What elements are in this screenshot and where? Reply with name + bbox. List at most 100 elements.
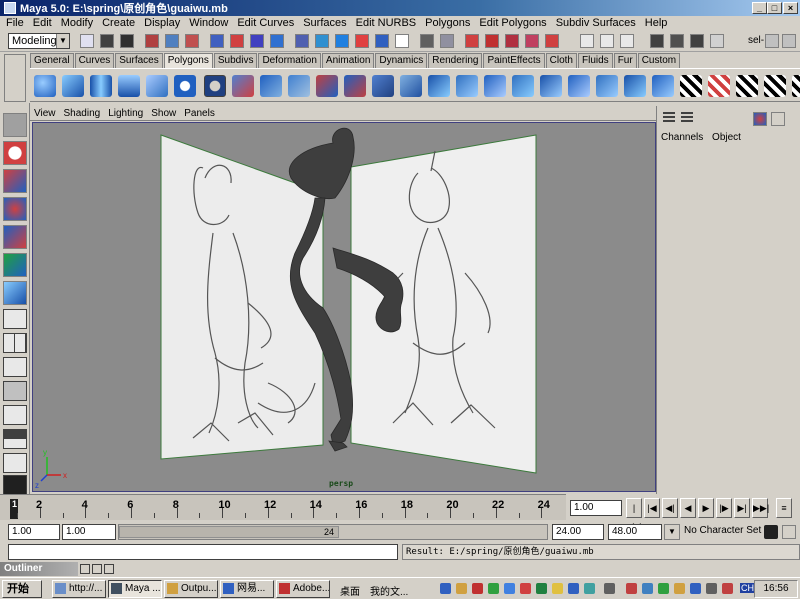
move-tool-icon[interactable] <box>3 169 27 193</box>
tray-icon-10[interactable] <box>584 583 595 594</box>
auto-key-icon[interactable] <box>782 525 796 539</box>
shelf-tab-dynamics[interactable]: Dynamics <box>375 53 428 68</box>
menu-help[interactable]: Help <box>645 17 668 29</box>
task-adobe[interactable]: Adobe... <box>276 580 330 598</box>
ipr-render-icon[interactable] <box>690 34 704 48</box>
rotate-tool-icon[interactable] <box>3 197 27 221</box>
shelf-tab-animation[interactable]: Animation <box>321 53 375 68</box>
snap-point-icon[interactable] <box>250 34 264 48</box>
render-icon[interactable] <box>335 34 349 48</box>
tray-icon-9[interactable] <box>568 583 579 594</box>
open-scene-icon[interactable] <box>100 34 114 48</box>
tray-icon-2[interactable] <box>456 583 467 594</box>
attribute-editor-toggle-icon[interactable] <box>782 34 796 48</box>
input-icon[interactable] <box>580 34 594 48</box>
restore-icon[interactable] <box>80 563 90 574</box>
extrude-edge-icon[interactable] <box>484 75 506 97</box>
snap-view-icon[interactable] <box>270 34 284 48</box>
channels-menu[interactable]: Channels <box>661 132 703 143</box>
current-frame-field[interactable]: 1.00 <box>570 500 622 516</box>
select-tool-icon[interactable] <box>3 113 27 137</box>
spherical-mapping-icon[interactable] <box>736 75 758 97</box>
minimize-button[interactable]: _ <box>752 2 767 14</box>
poly-cone-icon[interactable] <box>118 75 140 97</box>
tray-icon-12[interactable] <box>626 583 637 594</box>
step-back-key-button[interactable]: |◀ <box>644 498 660 518</box>
playback-start-field[interactable]: 1.00 <box>62 524 116 540</box>
menu-modify[interactable]: Modify <box>61 17 93 29</box>
new-scene-icon[interactable] <box>80 34 94 48</box>
selection-lock-icon[interactable] <box>440 34 454 48</box>
make-live-icon[interactable] <box>545 34 559 48</box>
task-maya[interactable]: Maya ... <box>108 580 162 598</box>
ipr-icon[interactable] <box>355 34 369 48</box>
key-icon[interactable] <box>764 525 778 539</box>
tray-icon-1[interactable] <box>440 583 451 594</box>
poly-torus-icon[interactable] <box>174 75 196 97</box>
animation-prefs-button[interactable]: ≡ <box>776 498 792 518</box>
shelf-tab-general[interactable]: General <box>30 53 74 68</box>
persp-trax-layout-icon[interactable] <box>3 429 27 449</box>
tool-settings-icon[interactable] <box>771 112 785 126</box>
chevron-down-icon[interactable]: ▼ <box>664 524 680 540</box>
extract-icon[interactable] <box>288 75 310 97</box>
render-settings-icon[interactable] <box>710 34 724 48</box>
tray-icon-5[interactable] <box>504 583 515 594</box>
scale-tool-icon[interactable] <box>3 225 27 249</box>
perspective-viewport[interactable]: y x z persp <box>32 122 656 492</box>
tray-icon-16[interactable] <box>690 583 701 594</box>
poly-cylinder-icon[interactable] <box>90 75 112 97</box>
snap-surface-icon[interactable] <box>525 34 539 48</box>
play-forwards-button[interactable]: ▶ <box>698 498 714 518</box>
range-slider[interactable]: 24 <box>118 524 548 540</box>
play-backwards-button[interactable]: ◀ <box>680 498 696 518</box>
menu-edit-curves[interactable]: Edit Curves <box>237 17 294 29</box>
menu-edit-polygons[interactable]: Edit Polygons <box>479 17 546 29</box>
magnet-icon[interactable] <box>505 34 519 48</box>
lasso-tool-icon[interactable] <box>3 141 27 165</box>
start-time-field[interactable]: 1.00 <box>8 524 60 540</box>
playback-end-field[interactable]: 24.00 <box>552 524 604 540</box>
tray-icon-8[interactable] <box>552 583 563 594</box>
curve-tool-icon[interactable] <box>485 34 499 48</box>
ime-indicator[interactable]: CH <box>740 583 755 593</box>
desktop-toolbar-label[interactable]: 桌面 <box>340 583 360 598</box>
time-slider[interactable]: 1 2 4 6 8 10 12 14 16 18 20 22 24 <box>0 494 566 520</box>
merge-vertices-icon[interactable] <box>624 75 646 97</box>
go-to-end-button[interactable]: ▶▶| <box>752 498 769 518</box>
tray-icon-13[interactable] <box>642 583 653 594</box>
tray-icon-17[interactable] <box>706 583 717 594</box>
layer-editor-layout-icon[interactable] <box>681 112 693 124</box>
go-to-start-button[interactable]: |◀◀ <box>626 498 642 531</box>
channel-box-toggle-icon[interactable] <box>765 34 779 48</box>
tray-icon-6[interactable] <box>520 583 531 594</box>
last-tool-icon[interactable] <box>3 281 27 305</box>
hypershade-layout-icon[interactable] <box>3 405 27 425</box>
menu-display[interactable]: Display <box>144 17 180 29</box>
automatic-mapping-icon[interactable] <box>764 75 786 97</box>
menu-edit[interactable]: Edit <box>33 17 52 29</box>
panel-menu-panels[interactable]: Panels <box>184 108 215 119</box>
menu-window[interactable]: Window <box>189 17 228 29</box>
outliner-minimized[interactable]: Outliner <box>0 561 800 576</box>
poke-face-icon[interactable] <box>596 75 618 97</box>
shelf-tab-rendering[interactable]: Rendering <box>428 53 483 68</box>
panel-menu-shading[interactable]: Shading <box>64 108 101 119</box>
shelf-tab-cloth[interactable]: Cloth <box>545 53 577 68</box>
shelf-tab-subdivs[interactable]: Subdivs <box>213 53 258 68</box>
shelf-menu[interactable] <box>4 54 26 102</box>
menu-edit-nurbs[interactable]: Edit NURBS <box>356 17 417 29</box>
tray-icon-4[interactable] <box>488 583 499 594</box>
poly-plane-icon[interactable] <box>146 75 168 97</box>
tray-icon-15[interactable] <box>674 583 685 594</box>
panel-menu-view[interactable]: View <box>34 108 56 119</box>
task-netease[interactable]: 网易... <box>220 580 274 598</box>
select-hierarchy-icon[interactable] <box>145 34 159 48</box>
render-globals-icon[interactable] <box>375 34 389 48</box>
channel-box-layout-icon[interactable] <box>663 112 675 124</box>
graph-editor-layout-icon[interactable] <box>3 453 27 473</box>
output-icon[interactable] <box>600 34 614 48</box>
maximize-icon[interactable] <box>92 563 102 574</box>
step-forward-frame-button[interactable]: |▶ <box>716 498 732 518</box>
my-documents-label[interactable]: 我的文... <box>370 583 408 598</box>
